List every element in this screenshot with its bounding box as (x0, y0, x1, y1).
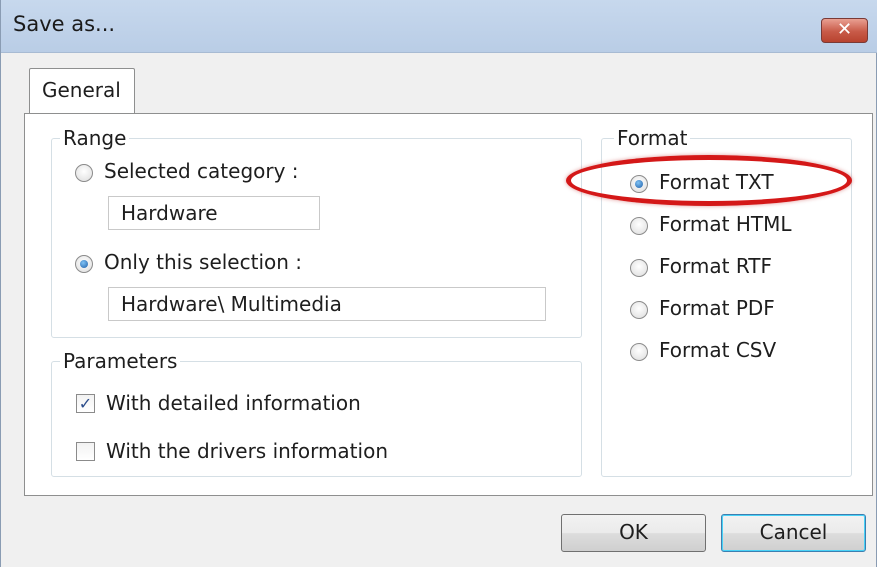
only-this-selection-field[interactable] (108, 287, 546, 321)
window-title: Save as... (13, 12, 116, 36)
format-rtf-radio[interactable] (630, 259, 648, 277)
detailed-info-checkbox[interactable]: ✓ (76, 394, 95, 413)
selected-category-input[interactable] (109, 197, 319, 229)
selected-category-label[interactable]: Selected category : (104, 159, 299, 183)
format-csv-label[interactable]: Format CSV (659, 338, 776, 362)
tab-general[interactable]: General (29, 68, 135, 114)
only-this-selection-radio[interactable] (75, 255, 93, 273)
selected-category-field[interactable] (108, 196, 320, 230)
format-html-radio[interactable] (630, 217, 648, 235)
range-group: Range Selected category : Only this sele… (51, 126, 582, 338)
selected-category-radio[interactable] (75, 164, 93, 182)
format-rtf-label[interactable]: Format RTF (659, 254, 772, 278)
close-button[interactable]: ✕ (821, 18, 868, 43)
drivers-info-label[interactable]: With the drivers information (106, 439, 388, 463)
tab-general-label: General (42, 78, 121, 102)
highlight-ellipse (566, 155, 852, 206)
parameters-legend: Parameters (60, 349, 181, 373)
detailed-info-label[interactable]: With detailed information (106, 391, 361, 415)
format-pdf-label[interactable]: Format PDF (659, 296, 775, 320)
cancel-button[interactable]: Cancel (721, 514, 866, 552)
title-bar[interactable]: Save as... ✕ (1, 0, 877, 53)
save-as-dialog: Save as... ✕ General Range Selected cate… (0, 0, 877, 567)
format-csv-radio[interactable] (630, 343, 648, 361)
only-this-selection-input[interactable] (109, 288, 545, 320)
only-this-selection-label[interactable]: Only this selection : (104, 250, 302, 274)
checkmark-icon: ✓ (78, 394, 93, 413)
format-html-label[interactable]: Format HTML (659, 212, 792, 236)
parameters-group: Parameters ✓ With detailed information W… (51, 349, 582, 477)
ok-button[interactable]: OK (561, 514, 706, 552)
ok-button-label: OK (619, 520, 648, 544)
cancel-button-label: Cancel (759, 520, 828, 544)
drivers-info-checkbox[interactable] (76, 442, 95, 461)
format-pdf-radio[interactable] (630, 301, 648, 319)
range-legend: Range (60, 126, 130, 150)
close-icon: ✕ (836, 19, 853, 40)
format-legend: Format (614, 126, 691, 150)
